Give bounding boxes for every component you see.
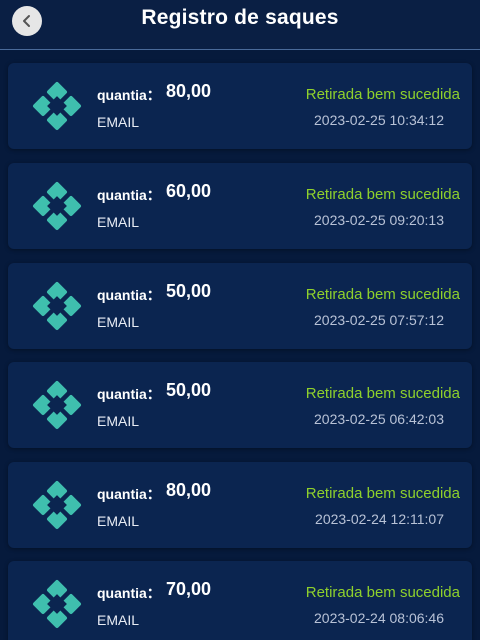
pix-icon [32, 181, 82, 231]
amount-value: 60,00 [166, 181, 212, 201]
amount-value: 50,00 [166, 380, 212, 400]
timestamp: 2023-02-25 07:57:12 [314, 312, 444, 328]
withdrawal-record[interactable]: quantia： 80,00 EMAIL Retirada bem sucedi… [8, 63, 472, 149]
amount-label: quantia： [97, 486, 161, 502]
payment-method: EMAIL [97, 314, 140, 330]
timestamp: 2023-02-25 10:34:12 [314, 112, 444, 128]
payment-method: EMAIL [97, 612, 140, 628]
withdrawal-record[interactable]: quantia： 50,00 EMAIL Retirada bem sucedi… [8, 362, 472, 448]
withdrawal-record[interactable]: quantia： 60,00 EMAIL Retirada bem sucedi… [8, 163, 472, 249]
amount-label: quantia： [97, 585, 161, 601]
timestamp: 2023-02-24 08:06:46 [314, 610, 444, 626]
pix-icon [32, 480, 82, 530]
withdrawal-record[interactable]: quantia： 70,00 EMAIL Retirada bem sucedi… [8, 561, 472, 640]
payment-method: EMAIL [97, 513, 140, 529]
timestamp: 2023-02-25 06:42:03 [314, 411, 444, 427]
status-text: Retirada bem sucedida [305, 385, 460, 402]
payment-method: EMAIL [97, 413, 140, 429]
amount-label: quantia： [97, 287, 161, 303]
status-text: Retirada bem sucedida [305, 86, 460, 103]
page-title: Registro de saques [141, 6, 339, 29]
pix-icon [32, 81, 82, 131]
status-text: Retirada bem sucedida [305, 584, 460, 601]
amount-label: quantia： [97, 386, 161, 402]
withdrawal-record[interactable]: quantia： 80,00 EMAIL Retirada bem sucedi… [8, 462, 472, 548]
timestamp: 2023-02-25 09:20:13 [314, 212, 444, 228]
amount-label: quantia： [97, 187, 161, 203]
status-text: Retirada bem sucedida [305, 186, 460, 203]
pix-icon [32, 380, 82, 430]
status-text: Retirada bem sucedida [305, 286, 460, 303]
payment-method: EMAIL [97, 114, 140, 130]
amount-value: 70,00 [166, 579, 212, 599]
amount-label: quantia： [97, 87, 161, 103]
withdrawal-list: quantia： 80,00 EMAIL Retirada bem sucedi… [0, 50, 480, 640]
top-bar: Registro de saques [0, 0, 480, 50]
pix-icon [32, 579, 82, 629]
withdrawal-record[interactable]: quantia： 50,00 EMAIL Retirada bem sucedi… [8, 263, 472, 349]
amount-value: 50,00 [166, 281, 212, 301]
timestamp: 2023-02-24 12:11:07 [315, 511, 444, 527]
status-text: Retirada bem sucedida [305, 485, 460, 502]
payment-method: EMAIL [97, 214, 140, 230]
amount-value: 80,00 [166, 81, 212, 101]
pix-icon [32, 281, 82, 331]
amount-value: 80,00 [166, 480, 212, 500]
